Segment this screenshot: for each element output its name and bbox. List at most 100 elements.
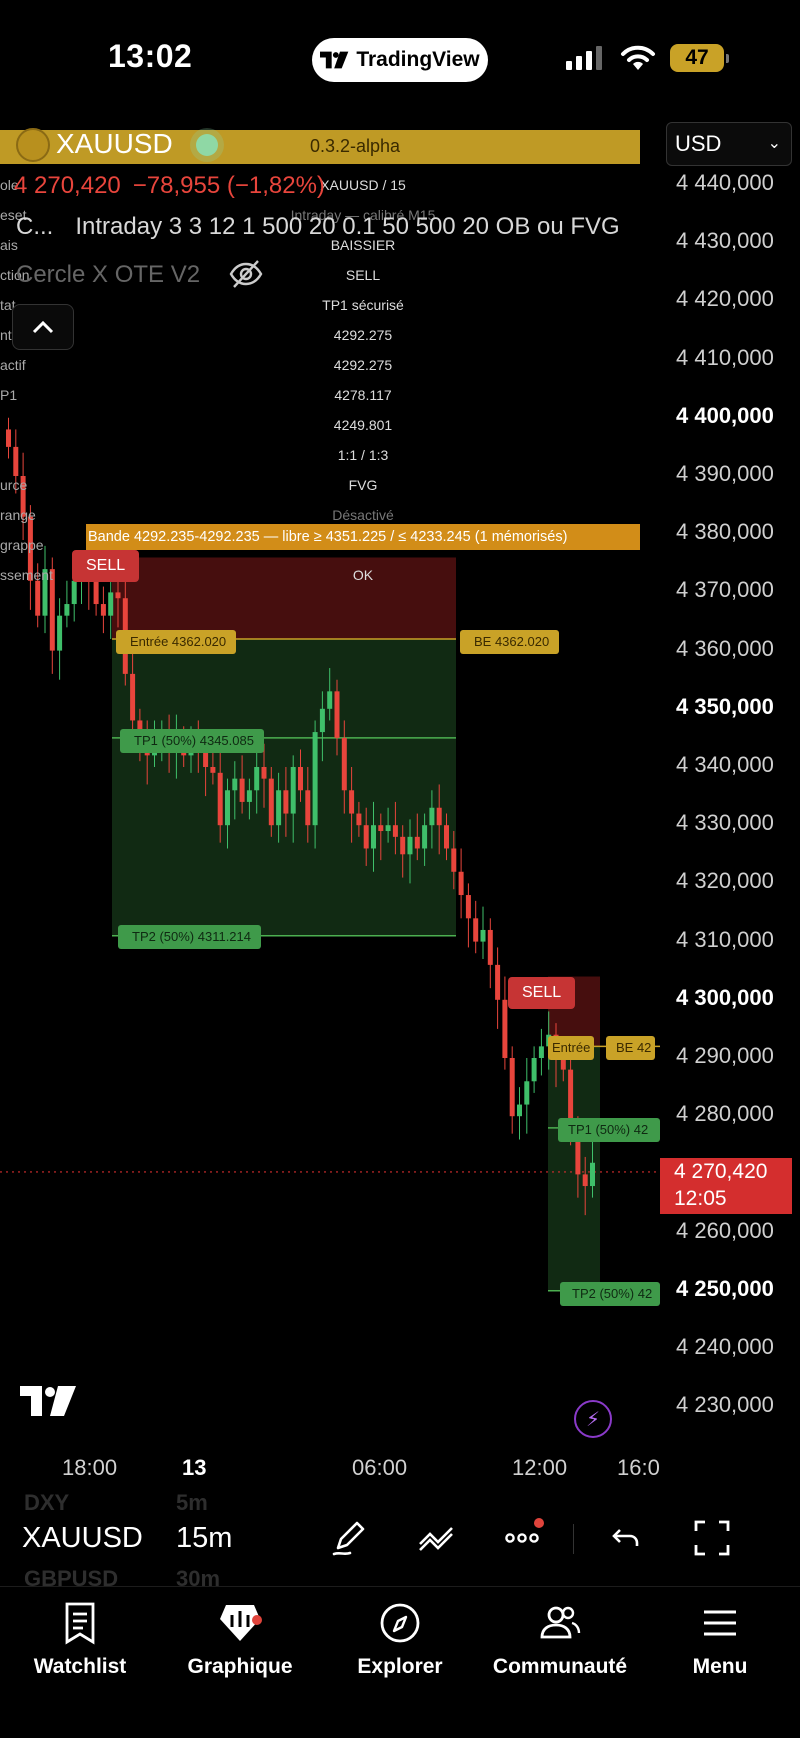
fullscreen-button[interactable] — [690, 1516, 734, 1560]
entry-tag-2: Entrée — [548, 1036, 595, 1060]
timeframe-picker[interactable]: 15m — [176, 1522, 232, 1555]
price-axis-label: 4 230,000 — [676, 1392, 774, 1418]
nav-explorer-label: Explorer — [357, 1655, 443, 1678]
current-price-tag: 4 270,420 12:05 — [660, 1158, 792, 1214]
candle-body — [283, 790, 289, 814]
candle-body — [392, 825, 398, 837]
nav-menu[interactable]: Menu — [640, 1601, 800, 1679]
price-axis-label: 4 390,000 — [676, 461, 774, 486]
price-axis-label: 4 290,000 — [676, 1043, 774, 1068]
symbol-name[interactable]: XAUUSD — [56, 128, 173, 160]
indicator-version: 0.3.2-alpha — [310, 136, 401, 156]
panel-label: ssement — [0, 567, 53, 583]
candle-body — [108, 592, 114, 616]
candle-body — [451, 848, 457, 872]
nav-graphique[interactable]: Graphique — [160, 1601, 320, 1679]
strategy-legend[interactable]: C... Intraday 3 3 12 1 500 20 0.1 50 500 … — [16, 213, 620, 241]
toolbar-separator — [573, 1524, 574, 1554]
candle-body — [334, 691, 340, 738]
candle-body — [436, 807, 442, 826]
panel-label: actif — [0, 357, 26, 373]
candle-body — [371, 825, 376, 849]
candle-body — [276, 790, 282, 826]
strategy-short-name: C... — [16, 213, 54, 240]
price-axis-label: 4 340,000 — [676, 752, 774, 777]
eye-off-icon[interactable] — [228, 258, 264, 290]
candle-body — [458, 871, 464, 896]
tradingview-pill[interactable]: TradingView — [312, 38, 488, 82]
collapse-legend-button[interactable] — [12, 304, 74, 350]
notification-dot — [534, 1518, 544, 1528]
time-label: 13 — [182, 1455, 207, 1480]
nav-watchlist[interactable]: Watchlist — [0, 1601, 160, 1679]
entry-tag-1: Entrée 4362.020 — [116, 630, 237, 654]
undo-button[interactable] — [604, 1516, 648, 1560]
more-button[interactable] — [500, 1516, 544, 1560]
current-price-value: 4 270,420 — [674, 1160, 768, 1183]
candle-body — [400, 836, 406, 855]
price-axis-label: 4 380,000 — [676, 519, 774, 545]
battery-indicator: 47 — [670, 44, 729, 72]
target-zone-1 — [112, 638, 456, 936]
candle-body — [538, 1046, 544, 1058]
price-axis-label: 4 370,000 — [676, 577, 774, 603]
candle-body — [480, 929, 486, 942]
candle-body — [524, 1081, 530, 1105]
price-axis-label: 4 430,000 — [676, 228, 774, 254]
people-icon — [540, 1606, 581, 1639]
candle-body — [378, 825, 384, 832]
price-axis-label: 4 420,000 — [676, 286, 774, 312]
status-time: 13:02 — [108, 38, 193, 74]
chevron-down-icon: ⌄ — [767, 135, 781, 152]
candle-body — [225, 790, 230, 826]
price-axis-label: 4 440,000 — [676, 170, 774, 195]
candle-body — [239, 778, 245, 802]
ghost-timeframe-prev: 5m — [176, 1490, 208, 1515]
nav-communaute[interactable]: Communauté — [480, 1601, 640, 1679]
price-change-line: 4 270,420 −78,955 (−1,82%) — [14, 172, 325, 200]
panel-value: OK — [352, 567, 374, 583]
nav-explorer[interactable]: Explorer — [320, 1601, 480, 1679]
candle-body — [502, 999, 508, 1058]
lightning-icon[interactable]: ⚡ — [574, 1400, 612, 1438]
candle-body — [349, 790, 355, 814]
candle-body — [115, 592, 121, 599]
candle-body — [210, 767, 216, 773]
gold-symbol-icon — [16, 128, 50, 162]
price-axis-label: 4 320,000 — [676, 868, 774, 894]
candle-body — [261, 767, 267, 779]
fullscreen-icon — [694, 1520, 730, 1556]
wifi-icon — [621, 45, 655, 70]
candle-body — [590, 1162, 595, 1187]
panel-value: 1:1 / 1:3 — [337, 447, 389, 463]
bottom-nav: Watchlist Graphique Explorer Communauté … — [0, 1586, 800, 1738]
currency-select[interactable]: USD ⌄ — [666, 122, 792, 166]
candle-body — [232, 778, 238, 791]
trend-tools-button[interactable] — [414, 1516, 458, 1560]
panel-value: FVG — [348, 477, 378, 493]
candle-body — [429, 807, 435, 826]
candle-body — [444, 825, 449, 849]
be-tag-1: BE 4362.020 — [460, 630, 560, 654]
hamburger-icon — [704, 1610, 736, 1636]
candle-body — [290, 767, 296, 814]
tradingview-watermark-icon — [20, 1386, 76, 1416]
draw-tool-button[interactable] — [328, 1516, 372, 1560]
symbol-picker[interactable]: XAUUSD — [22, 1522, 143, 1555]
panel-label: P1 — [0, 387, 18, 403]
indicator-legend[interactable]: Cercle X OTE V2 — [16, 261, 200, 289]
price-axis-label: 4 350,000 — [676, 693, 774, 719]
tp1-tag-1: TP1 (50%) 4345.085 — [120, 729, 264, 753]
candle-body — [312, 732, 318, 826]
price-axis-label: 4 410,000 — [676, 344, 774, 370]
nav-watchlist-label: Watchlist — [33, 1655, 127, 1678]
candle-body — [341, 737, 347, 791]
candle-body — [64, 604, 70, 616]
panel-value: 4249.801 — [333, 417, 393, 433]
sell-signal-1: SELL — [72, 550, 140, 582]
be-tag-2: BE 42 — [606, 1036, 656, 1060]
candle-body — [509, 1058, 515, 1117]
chevron-up-icon — [32, 320, 54, 334]
panel-value: 4292.275 — [333, 327, 393, 343]
bar-countdown: 12:05 — [674, 1187, 727, 1210]
